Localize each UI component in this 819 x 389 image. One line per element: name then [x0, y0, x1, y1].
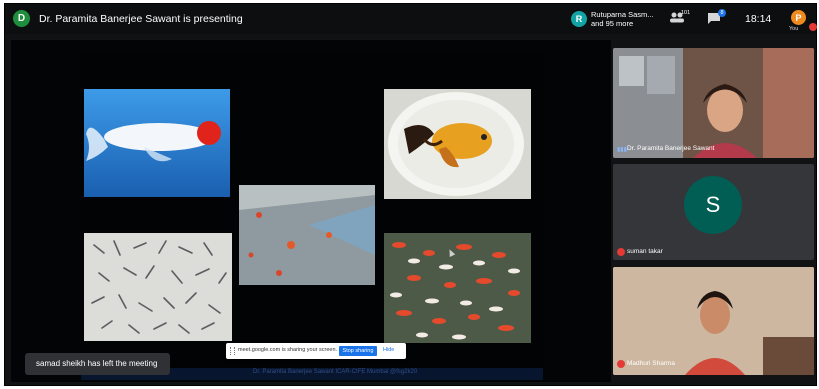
people-count: 101 [681, 10, 691, 16]
presenting-label: Dr. Paramita Banerjee Sawant is presenti… [39, 13, 243, 25]
participant-names: Rutuparna Sasm... and 95 more [591, 10, 654, 28]
self-avatar[interactable]: P [791, 10, 806, 25]
meet-window: D Dr. Paramita Banerjee Sawant is presen… [4, 3, 817, 386]
tile-name-suman: suman takar [627, 248, 663, 255]
stop-sharing-button[interactable]: Stop sharing [339, 346, 377, 356]
photo-fingerlings [84, 233, 232, 341]
photo-bowl-goldfish [384, 89, 531, 199]
photo-tank-fish [239, 185, 375, 285]
toast-message: samad sheikh has left the meeting [36, 359, 158, 368]
participant-avatar-suman: S [684, 176, 742, 234]
presentation-stage: Dr. Paramita Banerjee Sawant ICAR-CIFE M… [11, 40, 611, 382]
participant-tile-madhuri[interactable]: Madhuri Sharma [613, 267, 814, 375]
screen-share-bar: meet.google.com is sharing your screen. … [226, 343, 406, 359]
participant-avatar: R [571, 11, 587, 27]
notification-dot [809, 23, 817, 31]
photo-red-cap-goldfish [84, 89, 230, 197]
chat-count-badge: 8 [718, 9, 726, 17]
participant-tile-presenter[interactable]: Dr. Paramita Banerjee Sawant ▮▮▮ [613, 48, 814, 158]
tile-name-presenter: Dr. Paramita Banerjee Sawant [627, 145, 715, 152]
clock: 18:14 [745, 13, 772, 25]
speaking-icon: ▮▮▮ [617, 147, 627, 153]
mic-off-icon [617, 360, 625, 368]
self-label: You [789, 26, 799, 32]
shared-screen: Dr. Paramita Banerjee Sawant ICAR-CIFE M… [81, 52, 543, 380]
share-message: meet.google.com is sharing your screen. [238, 347, 338, 353]
top-bar: D Dr. Paramita Banerjee Sawant is presen… [5, 4, 817, 34]
tile-name-madhuri: Madhuri Sharma [627, 360, 676, 367]
drag-handle-icon[interactable] [230, 347, 235, 355]
hide-button[interactable]: Hide [383, 347, 394, 353]
notification-toast: samad sheikh has left the meeting [25, 353, 170, 375]
participant-summary[interactable]: R Rutuparna Sasm... and 95 more [571, 9, 661, 29]
slide-footer-text: Dr. Paramita Banerjee Sawant ICAR-CIFE M… [253, 369, 418, 375]
presenter-avatar: D [13, 10, 30, 27]
mic-off-icon [617, 248, 625, 256]
photo-colorful-fish-pond [384, 233, 531, 343]
participant-tile-suman[interactable]: S suman takar [613, 164, 814, 260]
